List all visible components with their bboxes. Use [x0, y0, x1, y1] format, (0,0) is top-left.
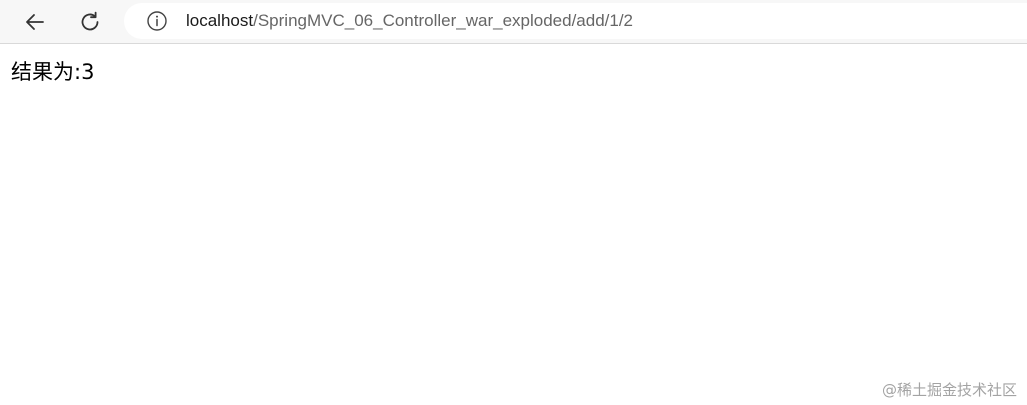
back-button[interactable] — [17, 4, 53, 40]
browser-toolbar: localhost/SpringMVC_06_Controller_war_ex… — [0, 0, 1027, 44]
reload-button[interactable] — [72, 4, 108, 40]
info-icon[interactable] — [146, 10, 168, 32]
back-arrow-icon — [26, 14, 44, 30]
reload-icon — [81, 11, 99, 31]
url-text[interactable]: localhost/SpringMVC_06_Controller_war_ex… — [186, 11, 633, 31]
url-host: localhost — [186, 11, 254, 30]
address-bar[interactable]: localhost/SpringMVC_06_Controller_war_ex… — [124, 3, 1027, 39]
watermark: @稀土掘金技术社区 — [881, 381, 1017, 399]
result-text: 结果为:3 — [11, 60, 95, 84]
url-path: /SpringMVC_06_Controller_war_exploded/ad… — [253, 11, 634, 30]
